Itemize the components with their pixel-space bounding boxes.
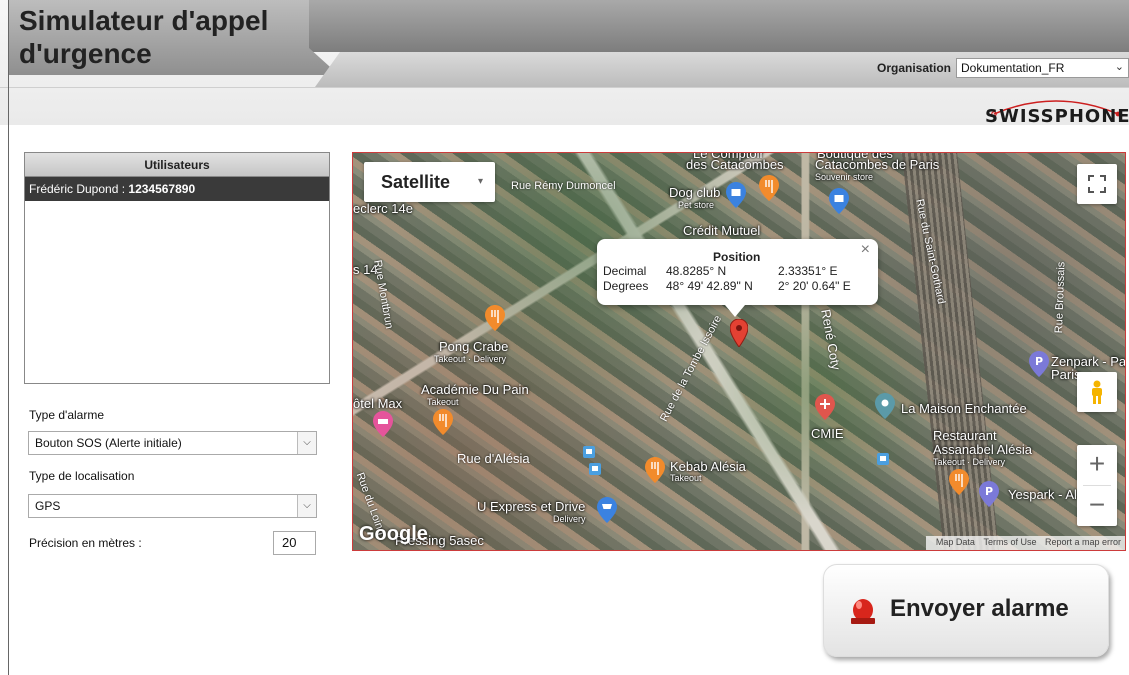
chevron-down-icon: ⌵ [297, 432, 316, 454]
organisation-select[interactable]: Dokumentation_FR ⌄ [956, 58, 1129, 78]
organisation-label: Organisation [877, 61, 952, 75]
restaurant-icon [433, 409, 453, 435]
location-type-value: GPS [35, 499, 61, 513]
fullscreen-icon [1088, 175, 1106, 193]
map-label: Takeout · Delivery [933, 457, 1006, 467]
map-label: Pong Crabe [439, 339, 509, 354]
street-label: Rue Broussais [1053, 261, 1068, 334]
precision-label: Précision en mètres : [29, 536, 142, 550]
user-name: Frédéric Dupond : [29, 182, 129, 196]
parking-icon: P [979, 481, 999, 507]
map-label: La Maison Enchantée [901, 401, 1027, 416]
chevron-down-icon: ⌄ [1114, 61, 1124, 73]
restaurant-icon [645, 457, 665, 483]
map-label: Takeout · Delivery [434, 354, 507, 364]
send-alarm-button[interactable]: Envoyer alarme [823, 564, 1109, 657]
medical-icon [815, 394, 835, 420]
map-label: des Catacombes [686, 157, 784, 172]
bus-stop-icon [589, 463, 601, 475]
header: Simulateur d'appel d'urgence Organisatio… [0, 0, 1129, 127]
fullscreen-button[interactable] [1077, 164, 1117, 204]
degrees-lon: 2° 20' 0.64" E [778, 279, 851, 293]
google-logo: Google [359, 523, 428, 545]
degrees-lat: 48° 49' 42.89" N [666, 279, 753, 293]
map-label: Pet store [678, 200, 715, 210]
decimal-lat: 48.8285° N [666, 264, 727, 278]
street-label: Rue Rémy Dumoncel [511, 180, 616, 192]
users-header: Utilisateurs [25, 153, 329, 177]
map-label: Restaurant [933, 428, 997, 443]
alarm-type-value: Bouton SOS (Alerte initiale) [35, 436, 182, 450]
app-title: Simulateur d'appel d'urgence [19, 5, 269, 69]
map-label: Souvenir store [815, 172, 874, 182]
alarm-type-label: Type d'alarme [29, 408, 104, 422]
map-type-label: Satellite [381, 172, 451, 192]
svg-text:P: P [1035, 355, 1043, 368]
restaurant-icon [485, 305, 505, 331]
bus-stop-icon [583, 446, 595, 458]
map-label: Takeout [427, 397, 459, 407]
restaurant-icon [759, 175, 779, 201]
street-label: Rue d'Alésia [457, 451, 530, 466]
map-attribution: Map Data Terms of Use Report a map error [925, 536, 1125, 550]
popup-title: Position [713, 250, 761, 264]
shopping-icon [726, 182, 746, 208]
swissphone-logo: SWISSPHONE [985, 106, 1129, 127]
map-data-link[interactable]: Map Data [936, 537, 975, 547]
place-icon [875, 393, 895, 419]
close-icon[interactable]: × [861, 241, 870, 259]
decimal-lon: 2.33351° E [778, 264, 838, 278]
map-label: U Express et Drive [477, 499, 586, 514]
map-label: CMIE [811, 426, 844, 441]
location-marker-icon[interactable] [730, 319, 748, 347]
zoom-out-button[interactable]: − [1077, 486, 1117, 526]
location-type-select[interactable]: GPS ⌵ [28, 494, 317, 518]
map-label: Dog club [669, 185, 721, 200]
alarm-type-select[interactable]: Bouton SOS (Alerte initiale) ⌵ [28, 431, 317, 455]
user-row[interactable]: Frédéric Dupond : 1234567890 [25, 177, 329, 201]
divider [0, 87, 1129, 88]
organisation-value: Dokumentation_FR [961, 61, 1065, 75]
street-view-button[interactable] [1077, 372, 1117, 412]
pegman-icon [1092, 380, 1102, 404]
frame-border [8, 0, 9, 675]
shopping-cart-icon [597, 497, 617, 523]
precision-input[interactable]: 20 [273, 531, 316, 555]
terms-link[interactable]: Terms of Use [983, 537, 1036, 547]
users-panel: Utilisateurs Frédéric Dupond : 123456789… [24, 152, 330, 384]
chevron-down-icon: ▾ [477, 176, 483, 187]
map-label: Crédit Mutuel [683, 223, 761, 238]
map-label: Catacombes de Paris [815, 157, 940, 172]
report-error-link[interactable]: Report a map error [1045, 537, 1121, 547]
zoom-control: + − [1077, 445, 1117, 526]
alarm-siren-icon [851, 599, 875, 624]
map-label: Delivery [553, 514, 586, 524]
bus-stop-icon [877, 453, 889, 465]
map-label: Kebab Alésia [670, 459, 746, 474]
header-band [300, 0, 1129, 52]
map-label: ôtel Max [353, 396, 403, 411]
decimal-label: Decimal [603, 264, 647, 278]
svg-text:P: P [985, 485, 993, 498]
map-label: Takeout [670, 473, 702, 483]
shopping-icon [829, 188, 849, 214]
map-label: Académie Du Pain [421, 382, 529, 397]
zoom-in-button[interactable]: + [1077, 445, 1117, 485]
parking-icon: P [1029, 351, 1049, 377]
degrees-label: Degrees [603, 279, 649, 293]
send-alarm-label: Envoyer alarme [890, 595, 1069, 622]
chevron-down-icon: ⌵ [297, 495, 316, 517]
hotel-icon [373, 411, 393, 437]
map-label: eclerc 14e [353, 201, 413, 216]
map-label: Assanabel Alésia [933, 442, 1033, 457]
position-info-window: Position × Decimal 48.8285° N 2.33351° E… [597, 239, 878, 317]
map[interactable]: Le Comptoir des Catacombes Boutique des … [352, 152, 1126, 551]
user-number: 1234567890 [128, 182, 196, 196]
map-label: Yespark - Al [1008, 487, 1077, 502]
location-type-label: Type de localisation [29, 469, 135, 483]
map-type-control[interactable]: Satellite ▾ [364, 162, 495, 202]
restaurant-icon [949, 469, 969, 495]
